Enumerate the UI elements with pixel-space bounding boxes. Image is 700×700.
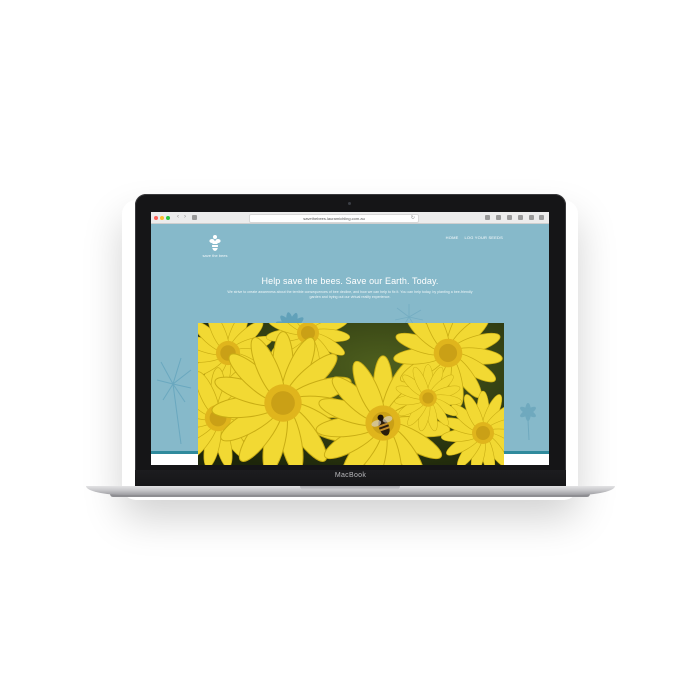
reader-icon[interactable] — [507, 215, 512, 220]
nav-log-your-seeds[interactable]: LOG YOUR SEEDS — [464, 235, 503, 240]
camera-dot — [348, 202, 351, 205]
close-window-button[interactable] — [154, 215, 158, 220]
url-text: savethebees.lauramichling.com.au — [303, 216, 365, 221]
nav-home[interactable]: HOME — [446, 235, 459, 240]
laptop-lid: ‹ › savethebees.lauramichling.com.au ↻ s… — [135, 194, 566, 486]
address-bar[interactable]: savethebees.lauramichling.com.au ↻ — [249, 214, 419, 223]
sidebar-icon[interactable] — [192, 215, 197, 220]
background-flower-decoration — [520, 403, 536, 440]
web-page: save the bees HOME LOG YOUR SEEDS Help s… — [151, 224, 549, 465]
main-nav: HOME LOG YOUR SEEDS — [446, 235, 503, 240]
site-logo[interactable]: save the bees — [195, 234, 235, 258]
chevron-right-icon[interactable]: › — [181, 214, 189, 221]
tabs-overview-icon[interactable] — [539, 215, 544, 220]
extension-icon[interactable] — [485, 215, 490, 220]
hero-title: Help save the bees. Save our Earth. Toda… — [261, 276, 439, 286]
daisies-image — [198, 323, 504, 465]
bee-logo-icon — [209, 235, 221, 251]
hero-description: We strive to create awareness about the … — [227, 290, 473, 299]
logo-text: save the bees — [202, 253, 228, 258]
background-flower-decoration — [156, 357, 192, 444]
laptop-bezel-chin: MacBook — [135, 470, 566, 486]
minimize-window-button[interactable] — [160, 215, 164, 220]
maximize-window-button[interactable] — [166, 215, 170, 220]
laptop-lid-notch — [300, 486, 400, 490]
laptop-base — [86, 486, 615, 495]
share-icon[interactable] — [518, 215, 523, 220]
browser-toolbar: ‹ › savethebees.lauramichling.com.au ↻ — [151, 212, 549, 224]
hero-photo-daisies-bee — [198, 323, 504, 465]
new-tab-icon[interactable] — [529, 215, 534, 220]
downloads-icon[interactable] — [496, 215, 501, 220]
reload-icon[interactable]: ↻ — [411, 215, 415, 222]
laptop-screen: ‹ › savethebees.lauramichling.com.au ↻ s… — [151, 212, 549, 465]
brand-label: MacBook — [334, 472, 367, 479]
